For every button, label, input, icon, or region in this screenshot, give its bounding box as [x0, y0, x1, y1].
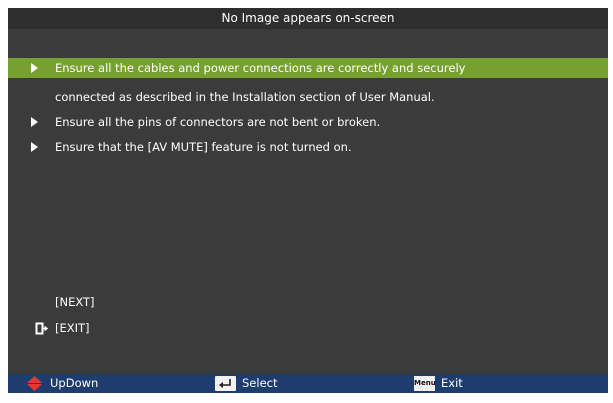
select-hint: Select	[242, 376, 278, 390]
footer-bar: UpDown Select Menu Exit	[8, 374, 608, 393]
bullet-arrow-icon	[31, 117, 38, 127]
exit-door-icon	[35, 322, 49, 335]
bullet-arrow-icon	[31, 63, 38, 73]
list-item[interactable]: Ensure all the pins of connectors are no…	[8, 112, 608, 132]
list-item[interactable]: Ensure all the cables and power connecti…	[8, 58, 608, 78]
list-item-text: Ensure that the [AV MUTE] feature is not…	[55, 140, 352, 154]
updown-hint: UpDown	[50, 376, 99, 390]
next-button[interactable]: [NEXT]	[8, 292, 608, 312]
exit-label: [EXIT]	[55, 321, 90, 335]
exit-button[interactable]: [EXIT]	[8, 318, 608, 338]
up-down-arrows-icon	[27, 376, 42, 391]
list-item[interactable]: connected as described in the Installati…	[8, 87, 608, 107]
list-item-text: connected as described in the Installati…	[55, 90, 435, 104]
enter-key-icon	[215, 376, 236, 391]
list-item-text: Ensure all the pins of connectors are no…	[55, 115, 381, 129]
list-item-text: Ensure all the cables and power connecti…	[55, 61, 466, 75]
exit-hint: Exit	[441, 376, 463, 390]
menu-key-icon: Menu	[414, 376, 436, 391]
next-label: [NEXT]	[55, 295, 95, 309]
bullet-arrow-icon	[31, 142, 38, 152]
osd-dialog: No Image appears on-screen Ensure all th…	[8, 8, 608, 393]
list-item[interactable]: Ensure that the [AV MUTE] feature is not…	[8, 137, 608, 157]
dialog-title: No Image appears on-screen	[8, 8, 608, 29]
